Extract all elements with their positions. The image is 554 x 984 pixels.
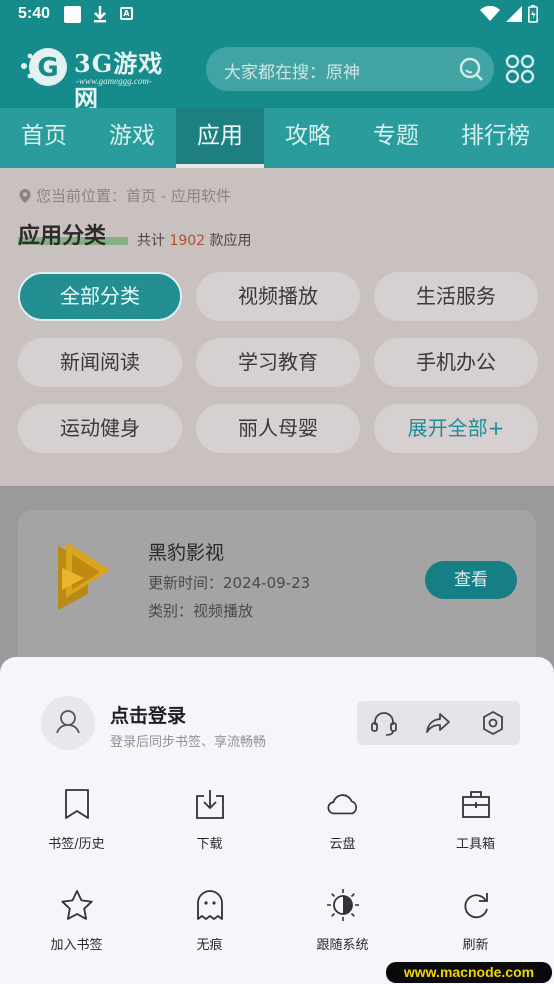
search-placeholder: 大家都在搜：原神 bbox=[224, 63, 360, 83]
wifi-icon bbox=[480, 6, 500, 21]
browser-menu-sheet: 点击登录 登录后同步书签、享流畅畅 书签/历史 下载 云盘 工具箱 加入书签 无… bbox=[0, 657, 554, 984]
battery-icon bbox=[528, 5, 538, 23]
menu-bookmarks-history[interactable]: 书签/历史 bbox=[10, 787, 143, 852]
cloud-icon bbox=[327, 794, 357, 815]
location-pin-icon bbox=[19, 188, 31, 203]
menu-label: 无痕 bbox=[196, 938, 223, 953]
chip-office[interactable]: 手机办公 bbox=[374, 338, 538, 387]
download-status-icon bbox=[94, 6, 106, 23]
category-nav: 首页 游戏 应用 攻略 专题 排行榜 bbox=[0, 108, 554, 168]
settings-icon[interactable] bbox=[478, 708, 508, 738]
status-bar: 5:40 A bbox=[0, 0, 554, 30]
chip-beauty-baby[interactable]: 丽人母婴 bbox=[196, 404, 360, 453]
bookmark-icon bbox=[64, 789, 89, 819]
svg-text:G: G bbox=[37, 53, 58, 83]
menu-label: 加入书签 bbox=[50, 938, 103, 953]
tab-rankings[interactable]: 排行榜 bbox=[440, 108, 551, 168]
logo-badge-icon: G bbox=[21, 48, 67, 86]
theme-icon bbox=[326, 889, 359, 921]
app-count-prefix: 共计 bbox=[137, 233, 165, 249]
chip-news[interactable]: 新闻阅读 bbox=[18, 338, 182, 387]
quick-tools bbox=[357, 701, 520, 745]
breadcrumb: 您当前位置：首页 - 应用软件 bbox=[18, 185, 231, 206]
category-section: 您当前位置：首页 - 应用软件 应用分类 共计 1902 款应用 全部分类 视频… bbox=[0, 168, 554, 486]
download-icon bbox=[195, 790, 224, 819]
apps-grid-icon[interactable] bbox=[504, 53, 536, 85]
user-icon bbox=[56, 710, 80, 734]
tab-apps[interactable]: 应用 bbox=[176, 108, 264, 168]
menu-label: 工具箱 bbox=[455, 837, 495, 852]
chip-life[interactable]: 生活服务 bbox=[374, 272, 538, 321]
app-a-status-icon: A bbox=[120, 7, 133, 20]
menu-label: 下载 bbox=[196, 837, 223, 852]
tab-home[interactable]: 首页 bbox=[0, 108, 88, 168]
search-icon[interactable] bbox=[458, 56, 484, 82]
chip-sports[interactable]: 运动健身 bbox=[18, 404, 182, 453]
app-count: 共计 1902 款应用 bbox=[137, 230, 252, 250]
tab-games[interactable]: 游戏 bbox=[88, 108, 176, 168]
menu-label: 书签/历史 bbox=[48, 837, 105, 852]
app-count-suffix: 款应用 bbox=[209, 233, 252, 249]
menu-incognito[interactable]: 无痕 bbox=[143, 888, 276, 953]
app-category: 类别：视频播放 bbox=[148, 602, 254, 620]
section-title: 应用分类 bbox=[18, 224, 107, 249]
star-icon bbox=[60, 890, 93, 920]
menu-label: 刷新 bbox=[462, 938, 489, 953]
toolbox-icon bbox=[461, 791, 490, 818]
expand-all-button[interactable]: 展开全部+ bbox=[374, 404, 538, 453]
menu-refresh[interactable]: 刷新 bbox=[409, 888, 542, 953]
chip-video[interactable]: 视频播放 bbox=[196, 272, 360, 321]
app-update-time: 更新时间：2024-09-23 bbox=[148, 574, 311, 592]
logo-subtext: -www.gameggg.com- bbox=[76, 76, 152, 86]
menu-download[interactable]: 下载 bbox=[143, 787, 276, 852]
site-logo[interactable]: G 3G游戏网 -www.gameggg.com- bbox=[18, 42, 188, 113]
refresh-icon bbox=[463, 893, 488, 919]
headset-icon[interactable] bbox=[369, 708, 399, 738]
signal-icon bbox=[506, 6, 522, 22]
chip-all[interactable]: 全部分类 bbox=[18, 272, 182, 321]
chip-education[interactable]: 学习教育 bbox=[196, 338, 360, 387]
breadcrumb-text: 您当前位置：首页 - 应用软件 bbox=[36, 187, 231, 205]
watermark: www.macnode.com bbox=[386, 962, 552, 983]
app-icon bbox=[58, 542, 110, 610]
search-input[interactable]: 大家都在搜：原神 bbox=[206, 47, 494, 91]
status-time: 5:40 bbox=[18, 5, 51, 22]
share-icon[interactable] bbox=[423, 708, 453, 738]
category-chips: 全部分类 视频播放 生活服务 新闻阅读 学习教育 手机办公 运动健身 丽人母婴 … bbox=[18, 272, 538, 453]
ghost-icon bbox=[196, 890, 223, 920]
app-name[interactable]: 黑豹影视 bbox=[148, 538, 224, 565]
menu-follow-system[interactable]: 跟随系统 bbox=[276, 888, 409, 953]
menu-label: 云盘 bbox=[329, 837, 356, 852]
app-header: G 3G游戏网 -www.gameggg.com- 大家都在搜：原神 bbox=[0, 30, 554, 113]
browser-page: 5:40 A G 3G游戏网 -www.gameggg.com- 大家都在搜：原… bbox=[0, 0, 554, 984]
avatar[interactable] bbox=[41, 696, 95, 750]
notification-square-icon bbox=[64, 6, 81, 23]
list-item[interactable]: 黑豹影视 更新时间：2024-09-23 类别：视频播放 查看 bbox=[18, 510, 536, 680]
login-subtitle: 登录后同步书签、享流畅畅 bbox=[110, 735, 267, 750]
tab-topics[interactable]: 专题 bbox=[352, 108, 440, 168]
menu-label: 跟随系统 bbox=[316, 938, 369, 953]
menu-toolbox[interactable]: 工具箱 bbox=[409, 787, 542, 852]
menu-cloud[interactable]: 云盘 bbox=[276, 787, 409, 852]
login-button[interactable]: 点击登录 bbox=[110, 701, 186, 728]
menu-grid: 书签/历史 下载 云盘 工具箱 加入书签 无痕 跟随系统 刷新 bbox=[10, 787, 544, 953]
menu-add-bookmark[interactable]: 加入书签 bbox=[10, 888, 143, 953]
app-count-number: 1902 bbox=[169, 233, 206, 249]
tab-guides[interactable]: 攻略 bbox=[264, 108, 352, 168]
view-button[interactable]: 查看 bbox=[425, 561, 517, 599]
